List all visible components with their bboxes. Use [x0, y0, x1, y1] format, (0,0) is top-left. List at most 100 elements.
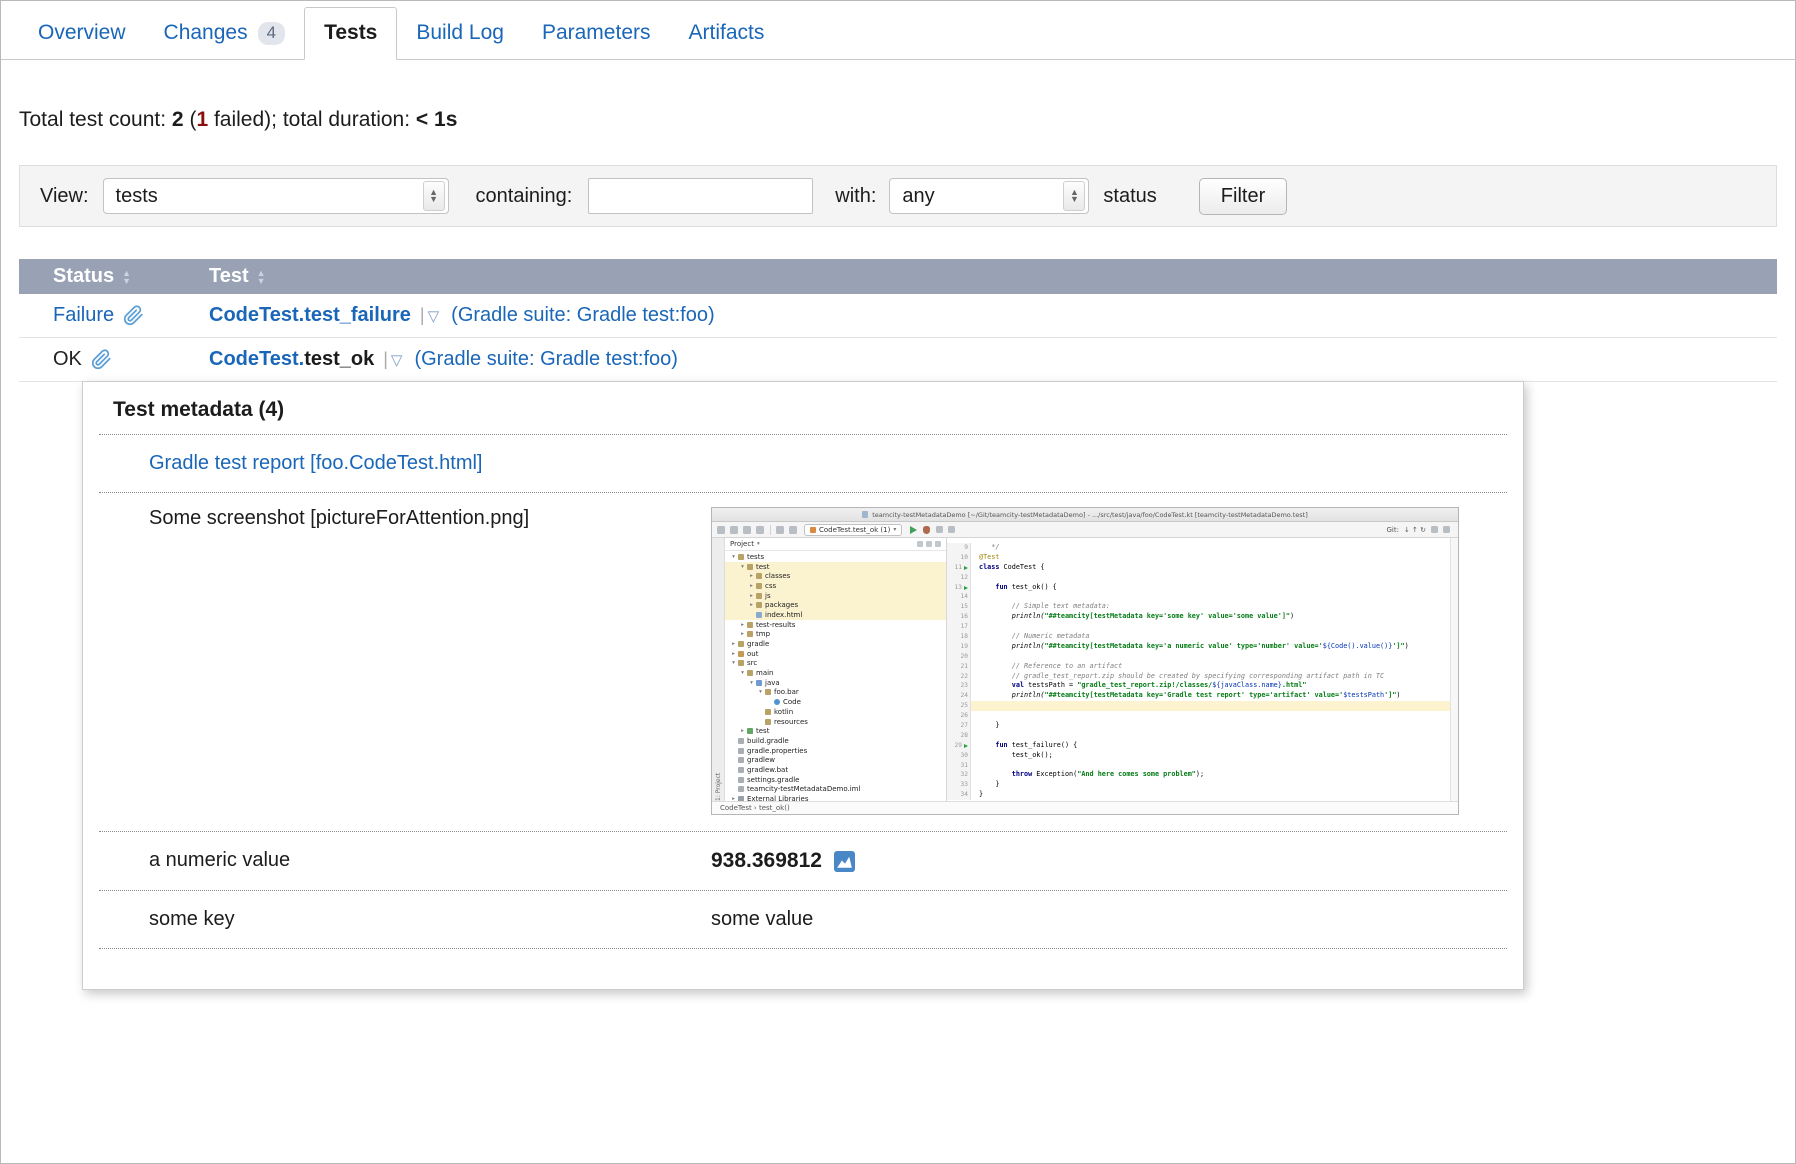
- column-header-test[interactable]: Test▲▼: [209, 265, 266, 288]
- code-line: 29 fun test_failure() {: [947, 741, 1450, 751]
- tab-artifacts[interactable]: Artifacts: [670, 8, 784, 59]
- tree-item[interactable]: ▸js: [725, 591, 946, 601]
- tree-item-icon: [738, 767, 744, 773]
- tree-item[interactable]: ▾src: [725, 659, 946, 669]
- tree-item-label: build.gradle: [747, 737, 789, 745]
- tree-item-label: test-results: [756, 621, 795, 629]
- git-label: Git:: [1386, 526, 1398, 534]
- editor-scrollbar: [1450, 538, 1458, 801]
- tree-item-label: classes: [765, 572, 790, 580]
- tree-item[interactable]: gradlew.bat: [725, 765, 946, 775]
- numeric-key-label: a numeric value: [99, 849, 711, 872]
- failure-status-link[interactable]: Failure: [53, 304, 114, 327]
- test-name-link[interactable]: CodeTest.test_failure: [209, 304, 411, 327]
- tree-item-icon: [738, 660, 744, 666]
- sort-icon[interactable]: ▲▼: [122, 269, 131, 285]
- tree-item[interactable]: ▸classes: [725, 571, 946, 581]
- status-label: status: [1103, 185, 1156, 208]
- code-line: 20: [947, 652, 1450, 662]
- paperclip-icon[interactable]: [91, 349, 112, 370]
- ok-status-text: OK: [53, 348, 82, 371]
- tree-item[interactable]: ▸test-results: [725, 620, 946, 630]
- tree-item[interactable]: ▾main: [725, 668, 946, 678]
- test-actions-dropdown-icon[interactable]: ▽: [391, 351, 403, 369]
- tree-item[interactable]: build.gradle: [725, 736, 946, 746]
- tree-item-icon: [747, 728, 753, 734]
- gradle-test-report-link[interactable]: Gradle test report [foo.CodeTest.html]: [149, 452, 483, 474]
- tree-item[interactable]: ▾tests: [725, 552, 946, 562]
- back-icon: [776, 526, 784, 534]
- test-actions-dropdown-icon[interactable]: ▽: [428, 307, 440, 325]
- tab-parameters[interactable]: Parameters: [523, 8, 670, 59]
- tree-item[interactable]: ▸test: [725, 726, 946, 736]
- tree-item[interactable]: index.html: [725, 610, 946, 620]
- tab-overview[interactable]: Overview: [19, 8, 145, 59]
- tree-item[interactable]: settings.gradle: [725, 775, 946, 785]
- some-key-label: some key: [99, 908, 711, 931]
- suite-link[interactable]: (Gradle suite: Gradle test:foo): [414, 348, 677, 371]
- code-line: 15 // Simple text metadata:: [947, 602, 1450, 612]
- tree-item-label: gradle.properties: [747, 747, 807, 755]
- tab-build-log[interactable]: Build Log: [397, 8, 523, 59]
- forward-icon: [789, 526, 797, 534]
- tree-item[interactable]: ▸gradle: [725, 639, 946, 649]
- tree-item[interactable]: teamcity-testMetadataDemo.iml: [725, 785, 946, 795]
- tree-item[interactable]: ▸css: [725, 581, 946, 591]
- tree-item-icon: [738, 651, 744, 657]
- tree-item-label: Code: [783, 698, 801, 706]
- coverage-icon: [936, 526, 943, 533]
- tree-item[interactable]: gradle.properties: [725, 746, 946, 756]
- project-pane: Project▾ ▾tests▾test▸classes▸css▸js▸pack…: [725, 538, 947, 801]
- tree-item[interactable]: gradlew: [725, 755, 946, 765]
- suite-link[interactable]: (Gradle suite: Gradle test:foo): [451, 304, 714, 327]
- code-line: 32 throw Exception("And here comes some …: [947, 770, 1450, 780]
- tree-item-icon: [747, 670, 753, 676]
- filter-button[interactable]: Filter: [1199, 178, 1287, 215]
- locate-icon: [917, 541, 923, 547]
- total-duration: < 1s: [416, 108, 457, 131]
- test-row-ok: OK CodeTest.test_ok|▽ (Gradle suite: Gra…: [19, 338, 1777, 382]
- code-line: 22 // gradle_test_report.zip should be c…: [947, 672, 1450, 682]
- undo-icon: [743, 526, 751, 534]
- sort-icon[interactable]: ▲▼: [257, 269, 266, 285]
- test-name-link[interactable]: CodeTest.test_ok: [209, 348, 374, 371]
- chart-icon[interactable]: [834, 851, 855, 872]
- tab-changes[interactable]: Changes4: [145, 8, 305, 59]
- paperclip-icon[interactable]: [123, 305, 144, 326]
- tree-item-label: out: [747, 650, 758, 658]
- git-update-icons: ↓ ↑ ↻: [1404, 526, 1426, 534]
- tree-item[interactable]: ▸tmp: [725, 630, 946, 640]
- run-gutter-icon[interactable]: [964, 744, 968, 748]
- code-line: 26: [947, 711, 1450, 721]
- column-header-status[interactable]: Status▲▼: [19, 265, 209, 288]
- ide-window-title: teamcity-testMetadataDemo [~/Git/teamcit…: [872, 511, 1308, 519]
- tree-item[interactable]: resources: [725, 717, 946, 727]
- tree-item[interactable]: ▸out: [725, 649, 946, 659]
- tree-item-label: foo.bar: [774, 688, 799, 696]
- code-line: 19 println("##teamcity[testMetadata key=…: [947, 642, 1450, 652]
- tree-item[interactable]: ▾test: [725, 562, 946, 572]
- with-select[interactable]: any ▲▼: [889, 178, 1089, 214]
- tree-item-icon: [774, 699, 780, 705]
- tab-changes-label: Changes: [164, 21, 248, 44]
- tree-item-label: tests: [747, 553, 764, 561]
- run-gutter-icon[interactable]: [964, 566, 968, 570]
- tree-item[interactable]: ▾java: [725, 678, 946, 688]
- tab-tests[interactable]: Tests: [304, 7, 397, 60]
- code-line: 33 }: [947, 780, 1450, 790]
- tree-item[interactable]: kotlin: [725, 707, 946, 717]
- ide-code-lines: 9 */10@Test11class CodeTest {1213 fun te…: [947, 543, 1450, 800]
- metadata-row-screenshot: Some screenshot [pictureForAttention.png…: [99, 493, 1507, 832]
- tree-item-icon: [756, 612, 762, 618]
- run-config-select: CodeTest.test_ok (1)▾: [804, 524, 902, 536]
- tree-item[interactable]: Code: [725, 697, 946, 707]
- tree-item[interactable]: ▸packages: [725, 600, 946, 610]
- run-gutter-icon[interactable]: [964, 586, 968, 590]
- tree-item[interactable]: ▾foo.bar: [725, 688, 946, 698]
- containing-input[interactable]: [588, 178, 813, 214]
- code-line: 21 // Reference to an artifact: [947, 662, 1450, 672]
- view-select[interactable]: tests ▲▼: [103, 178, 449, 214]
- ide-titlebar: teamcity-testMetadataDemo [~/Git/teamcit…: [712, 508, 1458, 522]
- profiler-icon: [948, 526, 955, 533]
- tree-item[interactable]: ▸External Libraries: [725, 794, 946, 801]
